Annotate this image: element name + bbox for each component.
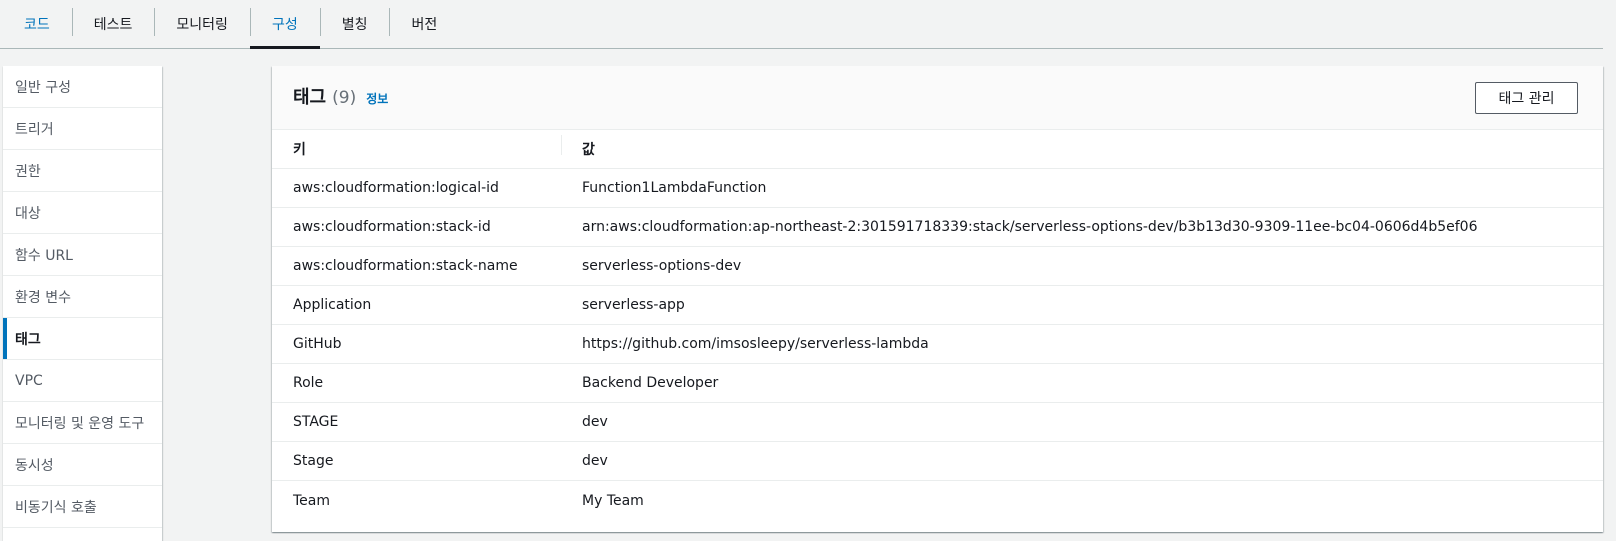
tag-value: https://github.com/imsosleepy/serverless… bbox=[582, 336, 929, 352]
sidebar-item-general-configuration[interactable]: 일반 구성 bbox=[3, 66, 162, 108]
tab-test[interactable]: 테스트 bbox=[71, 0, 155, 48]
tab-configuration[interactable]: 구성 bbox=[249, 0, 320, 49]
table-header: 키 값 bbox=[272, 130, 1603, 169]
info-link[interactable]: 정보 bbox=[366, 90, 388, 107]
sidebar-item-monitoring-tools[interactable]: 모니터링 및 운영 도구 bbox=[3, 402, 162, 444]
tag-key: Stage bbox=[293, 453, 334, 469]
tab-versions[interactable]: 버전 bbox=[389, 0, 459, 48]
configuration-sidebar: 일반 구성 트리거 권한 대상 함수 URL 환경 변수 태그 VPC 모니터링… bbox=[3, 66, 162, 541]
tag-key: aws:cloudformation:logical-id bbox=[293, 180, 499, 196]
tab-bar: 코드 테스트 모니터링 구성 별칭 버전 bbox=[0, 0, 1603, 49]
table-row: Role Backend Developer bbox=[272, 364, 1603, 403]
sidebar-item-vpc[interactable]: VPC bbox=[3, 360, 162, 402]
tag-key: Team bbox=[293, 492, 331, 509]
panel-title-text: 태그 bbox=[293, 87, 327, 108]
tags-panel-header: 태그 (9) 정보 태그 관리 bbox=[272, 66, 1603, 130]
table-row: GitHub https://github.com/imsosleepy/ser… bbox=[272, 325, 1603, 364]
tag-value: dev bbox=[582, 414, 608, 430]
tag-value: serverless-options-dev bbox=[582, 258, 742, 274]
tags-panel: 태그 (9) 정보 태그 관리 키 값 aws:cloudformation:l… bbox=[272, 66, 1603, 532]
tag-key: Application bbox=[293, 297, 372, 313]
table-row: aws:cloudformation:stack-id arn:aws:clou… bbox=[272, 208, 1603, 247]
tab-aliases[interactable]: 별칭 bbox=[319, 0, 390, 48]
tag-value: My Team bbox=[582, 492, 644, 509]
table-row: STAGE dev bbox=[272, 403, 1603, 442]
tag-value: Function1LambdaFunction bbox=[582, 180, 767, 196]
tag-value: dev bbox=[582, 453, 608, 469]
tag-value: Backend Developer bbox=[582, 375, 719, 391]
tag-key: aws:cloudformation:stack-id bbox=[293, 219, 491, 235]
sidebar-item-triggers[interactable]: 트리거 bbox=[3, 108, 162, 150]
tab-label: 테스트 bbox=[93, 17, 133, 33]
table-row: aws:cloudformation:logical-id Function1L… bbox=[272, 169, 1603, 208]
sidebar-item-destinations[interactable]: 대상 bbox=[3, 192, 162, 234]
table-row: Application serverless-app bbox=[272, 286, 1603, 325]
table-row: aws:cloudformation:stack-name serverless… bbox=[272, 247, 1603, 286]
sidebar-item-tags[interactable]: 태그 bbox=[3, 318, 162, 360]
column-header-value: 값 bbox=[582, 142, 595, 158]
sidebar-item-environment-variables[interactable]: 환경 변수 bbox=[3, 276, 162, 318]
panel-title: 태그 (9) 정보 bbox=[293, 83, 388, 109]
tab-label: 구성 bbox=[271, 17, 298, 33]
manage-tags-button[interactable]: 태그 관리 bbox=[1475, 82, 1578, 114]
tag-key: aws:cloudformation:stack-name bbox=[293, 258, 518, 274]
tab-code[interactable]: 코드 bbox=[0, 0, 72, 48]
tab-label: 별칭 bbox=[341, 17, 368, 33]
sidebar-item-function-url[interactable]: 함수 URL bbox=[3, 234, 162, 276]
sidebar-item-concurrency[interactable]: 동시성 bbox=[3, 444, 162, 486]
sidebar-item-permissions[interactable]: 권한 bbox=[3, 150, 162, 192]
table-row: Team My Team bbox=[272, 481, 1603, 520]
tag-value: arn:aws:cloudformation:ap-northeast-2:30… bbox=[582, 219, 1478, 235]
tags-table: 키 값 aws:cloudformation:logical-id Functi… bbox=[272, 130, 1603, 520]
tag-key: STAGE bbox=[293, 414, 339, 430]
tab-label: 코드 bbox=[24, 17, 50, 33]
column-header-key: 키 bbox=[272, 135, 562, 159]
tab-label: 모니터링 bbox=[176, 17, 228, 33]
tag-key: Role bbox=[293, 375, 324, 391]
tag-key: GitHub bbox=[293, 336, 342, 352]
tab-label: 버전 bbox=[411, 17, 438, 33]
tag-count: (9) bbox=[332, 88, 357, 108]
sidebar-item-async-invocation[interactable]: 비동기식 호출 bbox=[3, 486, 162, 528]
tab-monitoring[interactable]: 모니터링 bbox=[154, 0, 250, 48]
tag-value: serverless-app bbox=[582, 297, 685, 313]
table-row: Stage dev bbox=[272, 442, 1603, 481]
